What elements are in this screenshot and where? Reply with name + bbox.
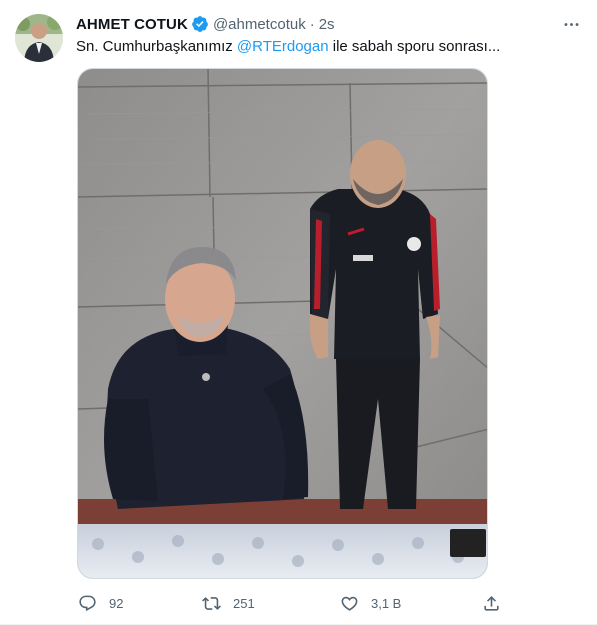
retweet-icon bbox=[202, 596, 221, 610]
avatar-image bbox=[15, 14, 63, 62]
photo-image bbox=[78, 69, 487, 578]
author-handle[interactable]: @ahmetcotuk bbox=[213, 16, 306, 33]
like-button[interactable]: 3,1 B bbox=[340, 592, 401, 614]
reply-count: 92 bbox=[109, 595, 124, 611]
more-icon[interactable] bbox=[560, 14, 582, 34]
retweet-button[interactable]: 251 bbox=[202, 592, 255, 614]
verified-badge-icon bbox=[191, 15, 209, 33]
avatar[interactable] bbox=[15, 14, 63, 62]
mention-link[interactable]: @RTErdogan bbox=[237, 38, 329, 55]
tweet-text-prefix: Sn. Cumhurbaşkanımız bbox=[76, 38, 237, 55]
like-count: 3,1 B bbox=[371, 595, 402, 611]
tweet-actions: 92 251 3,1 B bbox=[76, 592, 516, 614]
author-name[interactable]: AHMET COTUK bbox=[76, 16, 188, 33]
tweet-header: AHMET COTUK @ahmetcotuk · 2s bbox=[76, 14, 335, 34]
tweet-photo[interactable] bbox=[77, 68, 488, 579]
tweet-text: Sn. Cumhurbaşkanımız @RTErdogan ile saba… bbox=[76, 37, 500, 57]
timestamp[interactable]: 2s bbox=[319, 16, 335, 33]
share-icon bbox=[484, 595, 499, 611]
like-icon bbox=[341, 596, 358, 611]
tweet-text-suffix: ile sabah sporu sonrası... bbox=[328, 38, 501, 55]
share-button[interactable] bbox=[482, 592, 501, 614]
reply-icon bbox=[79, 595, 96, 611]
retweet-count: 251 bbox=[233, 595, 255, 611]
tweet[interactable]: AHMET COTUK @ahmetcotuk · 2s Sn. Cumhurb… bbox=[0, 0, 597, 625]
reply-button[interactable]: 92 bbox=[78, 592, 123, 614]
separator-dot: · bbox=[309, 15, 315, 33]
